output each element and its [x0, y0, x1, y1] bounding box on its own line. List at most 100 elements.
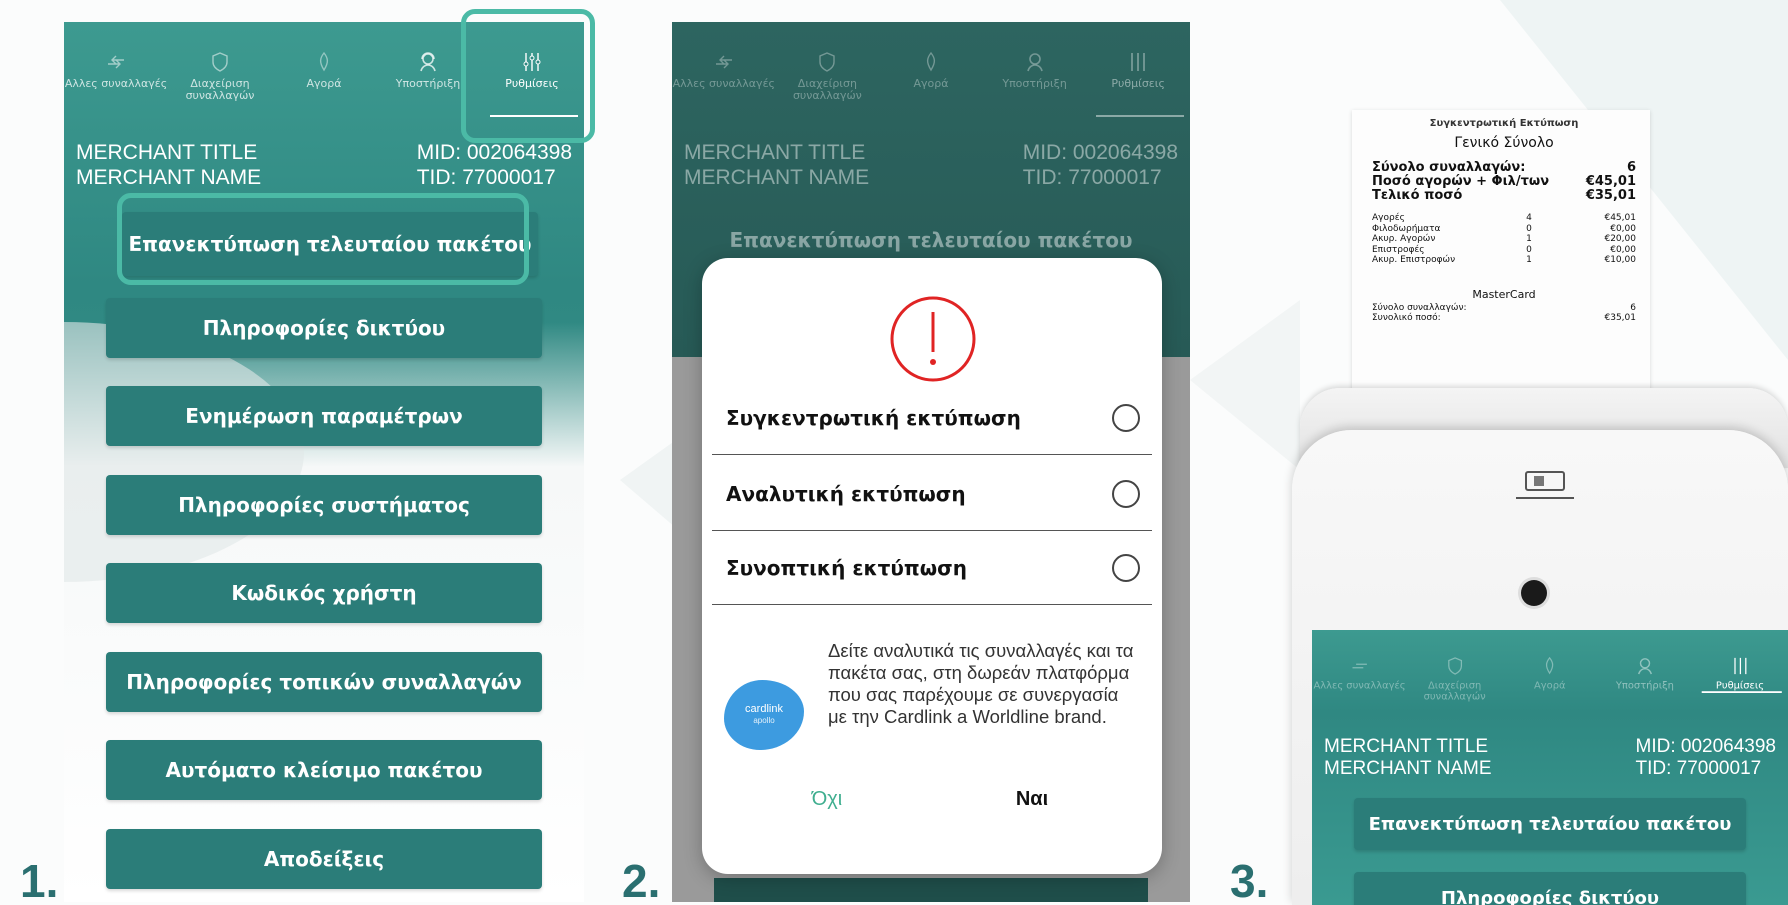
receipt-card-row: Σύνολο συναλλαγών: 6: [1372, 303, 1636, 314]
receipt-header: Συγκεντρωτική Εκτύπωση: [1429, 118, 1579, 129]
tab-manage-transactions[interactable]: Διαχείριση συναλλαγών: [168, 22, 272, 127]
purchase-icon: [1546, 656, 1554, 675]
row-value: €20,00: [1604, 234, 1636, 244]
cardlink-apollo-logo: cardlink apollo: [724, 680, 804, 750]
highlight-settings-tab: [461, 9, 595, 143]
receipt-detail-row: Φιλοδωρήματα 0 €0,00: [1372, 224, 1636, 235]
radio-button[interactable]: [1112, 553, 1140, 582]
merchant-tid: TID: 77000017: [1635, 758, 1762, 779]
tab-purchase: Αγορά: [1502, 630, 1597, 702]
tab-label: Υποστήριξη: [1002, 77, 1067, 90]
tab-settings: Ρυθμίσεις: [1086, 22, 1190, 127]
merchant-mid: MID: 002064398: [1635, 736, 1777, 757]
merchant-name: MERCHANT NAME: [1324, 758, 1492, 779]
receipt-detail-row: Επιστροφές 0 €0,00: [1372, 245, 1636, 256]
step-number-1: 1.: [20, 855, 59, 905]
tab-purchase[interactable]: Αγορά: [272, 22, 376, 127]
receipts-button[interactable]: Αποδείξεις: [106, 829, 542, 889]
logo-subtext: apollo: [753, 716, 775, 725]
step-number-2: 2.: [622, 855, 661, 905]
purchase-icon: [926, 51, 936, 72]
support-agent-icon: [420, 52, 436, 72]
manage-icon: [819, 52, 836, 72]
tab-settings: Ρυθμίσεις: [1692, 630, 1787, 702]
merchant-name: MERCHANT NAME: [76, 166, 262, 189]
row-label: Σύνολο συναλλαγών:: [1372, 160, 1526, 175]
manage-icon: [212, 52, 228, 72]
receipt-subheader: Γενικό Σύνολο: [1454, 135, 1554, 151]
tab-label: Αλλες συναλλαγές: [64, 77, 168, 90]
screen-print-dialog: Αλλες συναλλαγές Διαχείριση συναλλαγών Α…: [672, 22, 1190, 902]
system-info-button[interactable]: Πληροφορίες συστήματος: [106, 475, 542, 535]
row-value: 6: [1626, 160, 1636, 175]
option-detailed-print[interactable]: Αναλυτική εκτύπωση: [712, 457, 1152, 531]
option-brief-print[interactable]: Συνοπτική εκτύπωση: [712, 531, 1152, 605]
promo-text: Δείτε αναλυτικά τις συναλλαγές και τα πα…: [828, 640, 1134, 727]
tab-label: Ρυθμίσεις: [1111, 77, 1165, 90]
contactless-card-icon: [1516, 471, 1574, 499]
receipt-card-brand: MasterCard: [1472, 287, 1536, 301]
local-transactions-info-button[interactable]: Πληροφορίες τοπικών συναλλαγών: [106, 652, 542, 712]
row-label: Αγορές: [1372, 213, 1405, 223]
receipt-card-row: Συνολικό ποσό: €35,01: [1372, 313, 1636, 324]
row-value: €35,01: [1604, 313, 1637, 323]
row-value: €0,00: [1610, 223, 1636, 234]
tab-other-transactions: Αλλες συναλλαγές: [1312, 630, 1407, 702]
tab-other-transactions[interactable]: Αλλες συναλλαγές: [64, 22, 168, 127]
tab-purchase: Αγορά: [879, 22, 983, 127]
receipt-detail-row: Ακυρ. Επιστροφών 1 €10,00: [1372, 255, 1636, 266]
receipt-detail-rows: Αγορές 4 €45,01 Φιλοδωρήματα 0 €0,00 Ακυρ. Α…: [1372, 213, 1636, 266]
receipt-total-row: Τελικό ποσό €35,01: [1372, 189, 1636, 203]
option-label: Συγκεντρωτική εκτύπωση: [726, 405, 1021, 430]
manage-icon: [1447, 657, 1462, 675]
merchant-mid: MID: 002064398: [1022, 141, 1178, 164]
settings-sliders-icon: [1131, 53, 1145, 71]
merchant-title: MERCHANT TITLE: [684, 141, 866, 164]
auto-close-batch-button[interactable]: Αυτόματο κλείσιμο πακέτου: [106, 740, 542, 800]
radio-button[interactable]: [1112, 403, 1140, 432]
tab-label: Υποστήριξη: [1615, 679, 1674, 692]
tab-label: Αλλες συναλλαγές: [1313, 679, 1406, 692]
merchant-tid: TID: 77000017: [1022, 166, 1162, 189]
tab-manage-transactions: Διαχείριση συναλλαγών: [1407, 630, 1502, 702]
tab-manage-transactions: Διαχείριση συναλλαγών: [776, 22, 880, 127]
settings-sliders-icon: [1733, 657, 1746, 675]
print-type-dialog: Συγκεντρωτική εκτύπωση Αναλυτική εκτύπωσ…: [702, 258, 1162, 874]
radio-button[interactable]: [1112, 479, 1140, 508]
row-count: 0: [1526, 244, 1532, 255]
logo-text: cardlink: [745, 703, 783, 715]
reprint-last-batch-dimmed: Επανεκτύπωση τελευταίου πακέτου: [729, 228, 1133, 252]
instruction-graphic: 1. 2. 3. Αλλες συναλλαγές Διαχείριση συν…: [0, 0, 1788, 905]
row-value: €45,01: [1604, 213, 1636, 223]
screen-settings-menu: Αλλες συναλλαγές Διαχείριση συναλλαγών Α…: [64, 22, 584, 902]
no-button[interactable]: Όχι: [792, 788, 862, 811]
tab-label: Διαχείριση συναλλαγών: [792, 77, 862, 102]
row-label: Συνολικό ποσό:: [1372, 313, 1441, 323]
terminal-body: Αλλες συναλλαγές Διαχείριση συναλλαγών Α…: [1292, 430, 1788, 905]
receipt-detail-row: Αγορές 4 €45,01: [1372, 213, 1636, 224]
transfer-icon: [715, 55, 732, 69]
user-code-button[interactable]: Κωδικός χρήστη: [106, 563, 542, 623]
dimmed-bottom-button: [714, 878, 1148, 902]
tab-label: Διαχείριση συναλλαγών: [185, 77, 255, 102]
row-count: 1: [1526, 255, 1532, 265]
terminal-screen: Αλλες συναλλαγές Διαχείριση συναλλαγών Α…: [1312, 630, 1788, 905]
merchant-name: MERCHANT NAME: [684, 166, 870, 189]
update-parameters-button[interactable]: Ενημέρωση παραμέτρων: [106, 386, 542, 446]
option-label: Αναλυτική εκτύπωση: [726, 481, 966, 506]
tab-label: Αγορά: [913, 77, 949, 90]
row-label: Ποσό αγορών + Φιλ/των: [1372, 174, 1550, 189]
row-count: 1: [1526, 234, 1532, 244]
yes-button[interactable]: Ναι: [992, 788, 1072, 811]
option-summary-print[interactable]: Συγκεντρωτική εκτύπωση: [712, 381, 1152, 455]
row-label: Φιλοδωρήματα: [1372, 223, 1441, 234]
tab-label: Ρυθμίσεις: [1715, 679, 1765, 692]
network-info-button[interactable]: Πληροφορίες δικτύου: [106, 298, 542, 358]
tab-label: Αλλες συναλλαγές: [672, 77, 775, 90]
tab-bar-dimmed: Αλλες συναλλαγές Διαχείριση συναλλαγών Α…: [672, 22, 1190, 127]
tab-label: Αγορά: [1534, 679, 1566, 692]
merchant-mid: MID: 002064398: [416, 141, 572, 164]
row-count: 0: [1526, 223, 1532, 234]
row-label: Σύνολο συναλλαγών:: [1372, 302, 1467, 313]
step-number-3: 3.: [1230, 855, 1269, 905]
